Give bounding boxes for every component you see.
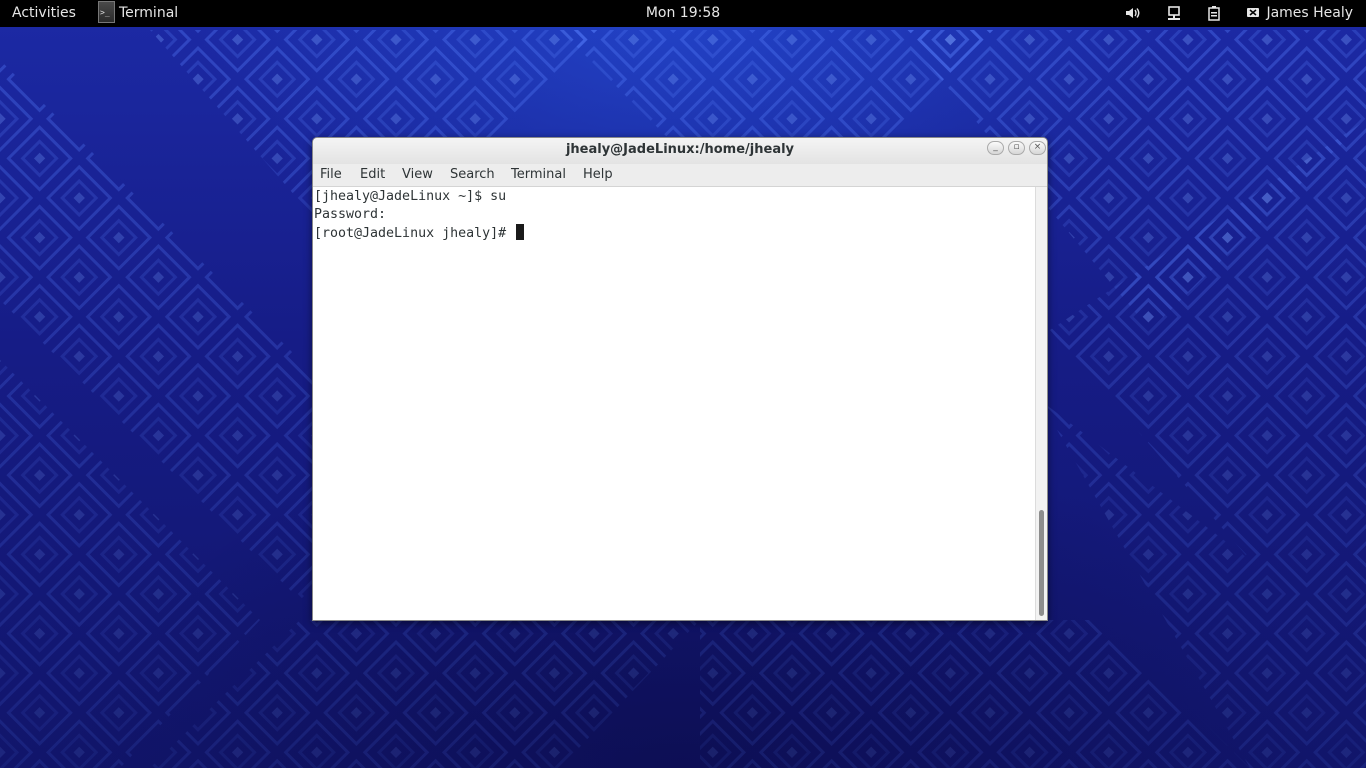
scrollbar-thumb[interactable]	[1039, 510, 1044, 616]
user-menu[interactable]: James Healy	[1246, 0, 1353, 27]
user-name: James Healy	[1266, 5, 1354, 21]
scrollbar[interactable]	[1035, 187, 1047, 620]
clock[interactable]: Mon 19:58	[0, 0, 1366, 27]
terminal-line: [jhealy@JadeLinux ~]$ su	[314, 189, 507, 204]
user-status-icon	[1247, 8, 1259, 17]
maximize-button[interactable]: ▫	[1008, 141, 1025, 155]
window-title: jhealy@JadeLinux:/home/jhealy	[565, 142, 795, 157]
minimize-button[interactable]: _	[987, 141, 1004, 155]
terminal-prompt: [root@JadeLinux jhealy]#	[314, 226, 515, 241]
close-icon: ×	[1033, 142, 1042, 152]
volume-icon[interactable]	[1124, 0, 1140, 27]
menu-edit[interactable]: Edit	[353, 164, 392, 186]
maximize-icon: ▫	[1013, 142, 1020, 152]
window-titlebar[interactable]: jhealy@JadeLinux:/home/jhealy _ ▫ ×	[313, 138, 1047, 164]
menu-terminal[interactable]: Terminal	[504, 164, 573, 186]
desktop-background: Activities Terminal Mon 19:58 James Heal…	[0, 0, 1366, 768]
menu-view[interactable]: View	[395, 164, 440, 186]
menu-bar: File Edit View Search Terminal Help	[313, 164, 1047, 187]
battery-icon[interactable]	[1206, 0, 1222, 27]
menu-help[interactable]: Help	[576, 164, 620, 186]
terminal-line: Password:	[314, 207, 387, 222]
minimize-icon: _	[993, 142, 998, 152]
close-button[interactable]: ×	[1029, 141, 1046, 155]
network-icon[interactable]	[1166, 0, 1182, 27]
terminal-output[interactable]: [jhealy@JadeLinux ~]$ su Password: [root…	[313, 187, 1035, 620]
terminal-window[interactable]: jhealy@JadeLinux:/home/jhealy _ ▫ × File…	[312, 137, 1048, 621]
top-bar: Activities Terminal Mon 19:58 James Heal…	[0, 0, 1366, 27]
menu-search[interactable]: Search	[443, 164, 502, 186]
terminal-prompt-line: [root@JadeLinux jhealy]#	[314, 224, 525, 242]
terminal-cursor	[516, 224, 525, 240]
menu-file[interactable]: File	[313, 164, 349, 186]
